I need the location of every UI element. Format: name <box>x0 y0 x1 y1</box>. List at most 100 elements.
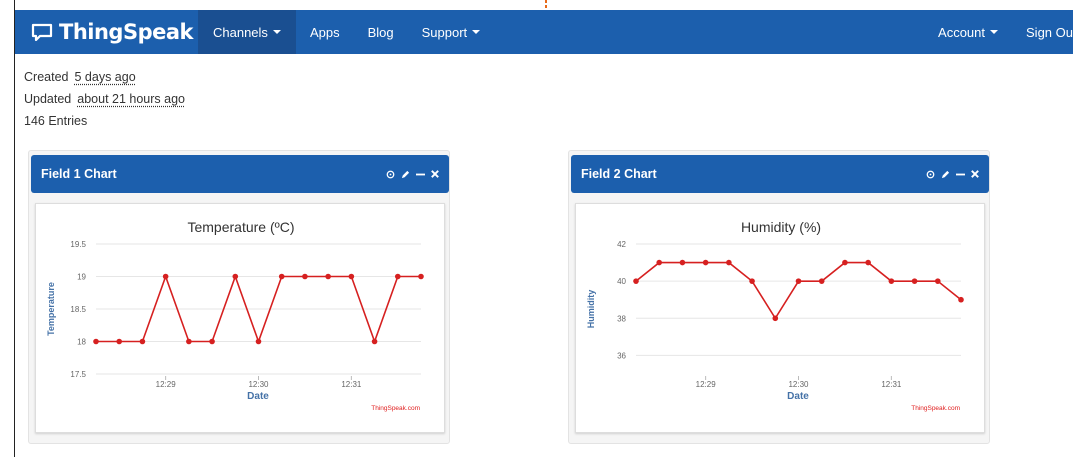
nav-support[interactable]: Support <box>408 10 495 54</box>
chevron-down-icon <box>472 30 481 34</box>
updated-row: Updated about 21 hours ago <box>24 88 185 110</box>
y-tick-label: 40 <box>617 277 626 286</box>
channel-meta: Created 5 days ago Updated about 21 hours … <box>24 66 185 132</box>
panel-header: Field 2 Chart <box>571 155 989 193</box>
data-point <box>348 273 355 280</box>
y-axis-label: Humidity <box>586 290 596 329</box>
panel-title: Field 2 Chart <box>581 167 657 181</box>
page-left-border <box>14 0 15 457</box>
data-point <box>656 259 663 266</box>
data-point <box>278 273 285 280</box>
x-tick-label: 12:30 <box>248 380 269 389</box>
updated-label: Updated <box>24 92 72 106</box>
edit-icon[interactable] <box>941 170 950 179</box>
data-point <box>325 273 331 280</box>
chart-credit: ThingSpeak.com <box>371 405 420 412</box>
nav-sign-out[interactable]: Sign Ou <box>1012 10 1073 54</box>
data-point <box>865 259 871 266</box>
created-row: Created 5 days ago <box>24 66 185 88</box>
data-point <box>934 278 941 284</box>
nav-blog-label: Blog <box>367 24 394 40</box>
comment-icon[interactable] <box>386 170 395 179</box>
y-tick-label: 36 <box>617 351 626 360</box>
chart-card: Humidity (%) 42 40 38 36 12:29 12:30 12:31 Date H… <box>575 203 985 433</box>
data-point <box>418 273 424 280</box>
data-point <box>255 338 262 345</box>
data-point <box>371 338 378 345</box>
chat-bubble-icon <box>31 23 53 41</box>
panel-tools <box>386 170 439 179</box>
data-point <box>232 273 239 280</box>
data-point <box>818 278 825 284</box>
data-point <box>958 296 964 303</box>
comment-icon[interactable] <box>926 170 935 179</box>
data-point <box>209 338 215 345</box>
panel-tools <box>926 170 979 179</box>
panel-title: Field 1 Chart <box>41 167 117 181</box>
y-axis-label: Temperature <box>46 282 56 336</box>
x-tick-label: 12:29 <box>156 380 177 389</box>
data-point <box>116 338 123 345</box>
data-point <box>795 278 802 284</box>
panel-header: Field 1 Chart <box>31 155 449 193</box>
data-point <box>394 273 401 280</box>
data-point <box>679 259 686 266</box>
chart-title: Temperature (ºC) <box>187 219 294 235</box>
nav-channels[interactable]: Channels <box>198 10 296 54</box>
chart-credit: ThingSpeak.com <box>911 405 960 412</box>
data-point <box>139 338 146 345</box>
data-point <box>842 259 848 266</box>
nav-blog[interactable]: Blog <box>354 10 408 54</box>
close-icon[interactable] <box>971 170 979 178</box>
data-point <box>772 315 779 322</box>
x-axis-label: Date <box>787 391 809 402</box>
minimize-icon[interactable] <box>956 170 965 179</box>
field1-chart-panel: Field 1 Chart Temperature (ºC) 19.5 19 18.5… <box>28 150 450 444</box>
data-point <box>302 273 308 280</box>
nav-account[interactable]: Account <box>924 10 1012 54</box>
brand-logo[interactable]: ThingSpeak <box>15 10 198 54</box>
y-tick-label: 18.5 <box>70 305 86 314</box>
data-point <box>162 273 169 280</box>
x-axis-label: Date <box>247 391 269 402</box>
nav-account-label: Account <box>938 24 986 40</box>
edit-icon[interactable] <box>401 170 410 179</box>
humidity-chart[interactable]: Humidity (%) 42 40 38 36 12:29 12:30 12:31 Date H… <box>576 204 986 434</box>
temperature-chart[interactable]: Temperature (ºC) 19.5 19 18.5 18 17.5 12:29 12:… <box>36 204 446 434</box>
entries-count: 146 Entries <box>24 114 88 128</box>
data-point <box>93 338 99 345</box>
field2-chart-panel: Field 2 Chart Humidity (%) 42 40 38 36 12:29 1… <box>568 150 990 444</box>
nav-sign-out-label: Sign Ou <box>1026 24 1073 40</box>
chart-title: Humidity (%) <box>741 219 821 235</box>
y-tick-label: 42 <box>617 240 626 249</box>
close-icon[interactable] <box>431 170 439 178</box>
updated-value: about 21 hours ago <box>77 92 185 106</box>
y-tick-label: 19.5 <box>70 240 86 249</box>
y-tick-label: 18 <box>77 338 86 347</box>
nav-apps[interactable]: Apps <box>296 10 354 54</box>
data-point <box>911 278 918 284</box>
x-tick-label: 12:30 <box>788 380 809 389</box>
created-value: 5 days ago <box>74 70 136 84</box>
chart-card: Temperature (ºC) 19.5 19 18.5 18 17.5 12:29 12:… <box>35 203 445 433</box>
x-tick-label: 12:29 <box>696 380 717 389</box>
y-tick-label: 17.5 <box>70 370 86 379</box>
nav-right-group: Account Sign Ou <box>924 10 1073 54</box>
x-tick-label: 12:31 <box>341 380 362 389</box>
y-tick-label: 19 <box>77 273 86 282</box>
minimize-icon[interactable] <box>416 170 425 179</box>
chevron-down-icon <box>272 30 281 34</box>
data-point <box>749 278 755 284</box>
nav-support-label: Support <box>421 24 468 40</box>
data-point <box>888 278 895 284</box>
top-navbar: ThingSpeak Channels Apps Blog Support Ac… <box>15 10 1073 54</box>
x-tick-label: 12:31 <box>881 380 902 389</box>
data-point <box>633 278 639 284</box>
nav-apps-label: Apps <box>309 24 340 40</box>
nav-channels-label: Channels <box>213 24 268 40</box>
y-tick-label: 38 <box>617 314 626 323</box>
data-point <box>726 259 732 266</box>
series-line <box>635 261 962 320</box>
chevron-down-icon <box>990 30 999 34</box>
data-point <box>702 259 709 266</box>
